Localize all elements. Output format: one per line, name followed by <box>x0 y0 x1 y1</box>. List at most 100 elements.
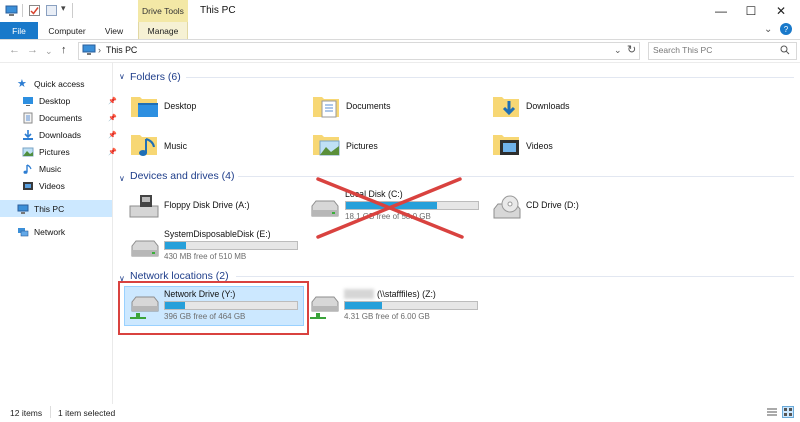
sidebar-item-music[interactable]: Music <box>22 161 120 177</box>
sidebar-item-videos[interactable]: Videos <box>22 178 120 194</box>
folder-documents-tile[interactable] <box>310 90 342 122</box>
music-icon <box>23 164 32 174</box>
network-drive-y-label: Network Drive (Y:) <box>164 289 236 299</box>
sidebar-label: Network <box>34 227 66 237</box>
documents-icon <box>23 112 33 124</box>
folder-pictures-tile[interactable] <box>310 128 342 160</box>
sidebar-label: Downloads <box>39 130 82 140</box>
cd-drive-icon <box>493 195 521 219</box>
sidebar-item-pictures[interactable]: Pictures 📌 <box>22 144 120 160</box>
minimize-button[interactable]: — <box>706 2 736 20</box>
collapse-devices-icon[interactable]: ∨ <box>119 174 125 183</box>
new-folder-icon[interactable] <box>45 4 58 17</box>
folder-music-tile[interactable] <box>128 128 160 160</box>
disposable-disk-e-label: SystemDisposableDisk (E:) <box>164 229 271 239</box>
network-drive-y-free: 396 GB free of 464 GB <box>164 312 246 321</box>
selected-count: 1 item selected <box>58 408 116 418</box>
documents-folder-icon <box>313 97 339 118</box>
this-pc-address-icon <box>82 44 96 55</box>
sidebar-label: Desktop <box>39 96 71 106</box>
close-button[interactable]: ✕ <box>766 2 796 20</box>
expand-ribbon-icon[interactable]: ⌄ <box>764 24 772 35</box>
sidebar-item-quick-access[interactable]: ★ Quick access <box>17 76 115 92</box>
maximize-button[interactable]: ☐ <box>736 2 766 20</box>
folders-divider <box>186 77 794 78</box>
sidebar-item-network[interactable]: Network <box>17 224 115 240</box>
qa-divider <box>22 4 23 17</box>
computer-icon[interactable] <box>5 4 18 17</box>
forward-icon[interactable]: → <box>27 44 38 56</box>
back-icon[interactable]: ← <box>9 44 20 56</box>
folder-downloads-label: Downloads <box>526 101 570 111</box>
sidebar-label: Quick access <box>34 79 85 89</box>
status-divider <box>50 406 51 418</box>
search-input[interactable]: Search This PC <box>653 45 712 55</box>
pin-icon: 📌 <box>108 132 117 139</box>
tab-computer[interactable]: Computer <box>44 22 90 39</box>
sidebar-item-documents[interactable]: Documents 📌 <box>22 110 120 126</box>
pin-icon: 📌 <box>108 115 117 122</box>
pictures-folder-icon <box>313 135 340 156</box>
folder-music-label: Music <box>164 141 187 151</box>
folder-downloads-tile[interactable] <box>490 90 522 122</box>
floppy-drive-icon <box>129 195 159 218</box>
sidebar-label: Pictures <box>39 147 70 157</box>
refresh-icon[interactable]: ↻ <box>627 43 636 56</box>
stafffiles-z-usage-bar <box>344 301 478 310</box>
collapse-folders-icon[interactable]: ∨ <box>119 72 125 81</box>
cross-out-annotation <box>316 177 464 239</box>
pictures-icon <box>22 147 34 157</box>
item-count: 12 items <box>10 408 43 418</box>
sidebar-item-this-pc[interactable]: This PC <box>17 201 115 217</box>
videos-folder-icon <box>493 135 519 155</box>
address-bar[interactable] <box>78 42 640 60</box>
address-dropdown-icon[interactable]: ⌄ <box>614 45 622 56</box>
desktop-icon <box>23 97 33 106</box>
tab-view[interactable]: View <box>96 22 132 39</box>
star-icon: ★ <box>17 78 27 90</box>
desktop-folder-icon <box>131 97 158 117</box>
usage-fill <box>165 302 185 309</box>
usage-fill <box>165 242 187 249</box>
hard-drive-icon <box>131 240 159 257</box>
disposable-disk-e-tile[interactable] <box>128 236 160 262</box>
address-separator: › <box>98 45 101 55</box>
customize-qa-icon[interactable]: ▾ <box>61 3 66 14</box>
devices-header[interactable]: Devices and drives (4) <box>130 168 234 184</box>
folder-videos-label: Videos <box>526 141 553 151</box>
up-icon[interactable]: ↑ <box>61 44 67 56</box>
sidebar-label: This PC <box>34 204 65 214</box>
properties-icon[interactable] <box>28 4 41 17</box>
downloads-icon <box>23 130 33 140</box>
sidebar-item-downloads[interactable]: Downloads 📌 <box>22 127 120 143</box>
videos-icon <box>23 182 33 190</box>
cd-drive-label: CD Drive (D:) <box>526 200 579 210</box>
network-divider <box>236 276 794 277</box>
folders-header[interactable]: Folders (6) <box>130 69 181 85</box>
large-icons-view-icon[interactable] <box>782 406 794 418</box>
address-path[interactable]: This PC <box>106 45 137 55</box>
sidebar-label: Music <box>39 164 62 174</box>
help-icon[interactable]: ? <box>780 23 792 35</box>
search-icon[interactable] <box>780 45 790 55</box>
disposable-disk-e-usage-bar <box>164 241 298 250</box>
stafffiles-z-free: 4.31 GB free of 6.00 GB <box>344 312 430 321</box>
window-title: This PC <box>200 5 236 16</box>
pin-icon: 📌 <box>108 98 117 105</box>
cd-drive-tile[interactable] <box>490 194 522 222</box>
sidebar-item-desktop[interactable]: Desktop 📌 <box>22 93 120 109</box>
tab-file[interactable]: File <box>0 22 38 39</box>
pin-icon: 📌 <box>108 149 117 156</box>
folder-videos-tile[interactable] <box>490 128 522 160</box>
recent-locations-icon[interactable]: ⌄ <box>45 46 53 57</box>
music-folder-icon <box>131 135 157 156</box>
floppy-drive-tile[interactable] <box>128 192 160 220</box>
this-pc-icon <box>17 204 29 214</box>
tab-manage[interactable]: Manage <box>138 22 188 39</box>
network-drive-icon <box>130 296 159 319</box>
network-drive-icon <box>310 296 339 319</box>
details-view-icon[interactable] <box>766 407 778 418</box>
folder-desktop-tile[interactable] <box>128 90 160 122</box>
folder-documents-label: Documents <box>346 101 391 111</box>
stafffiles-z-label: (\\stafffiles) (Z:) <box>377 289 436 299</box>
